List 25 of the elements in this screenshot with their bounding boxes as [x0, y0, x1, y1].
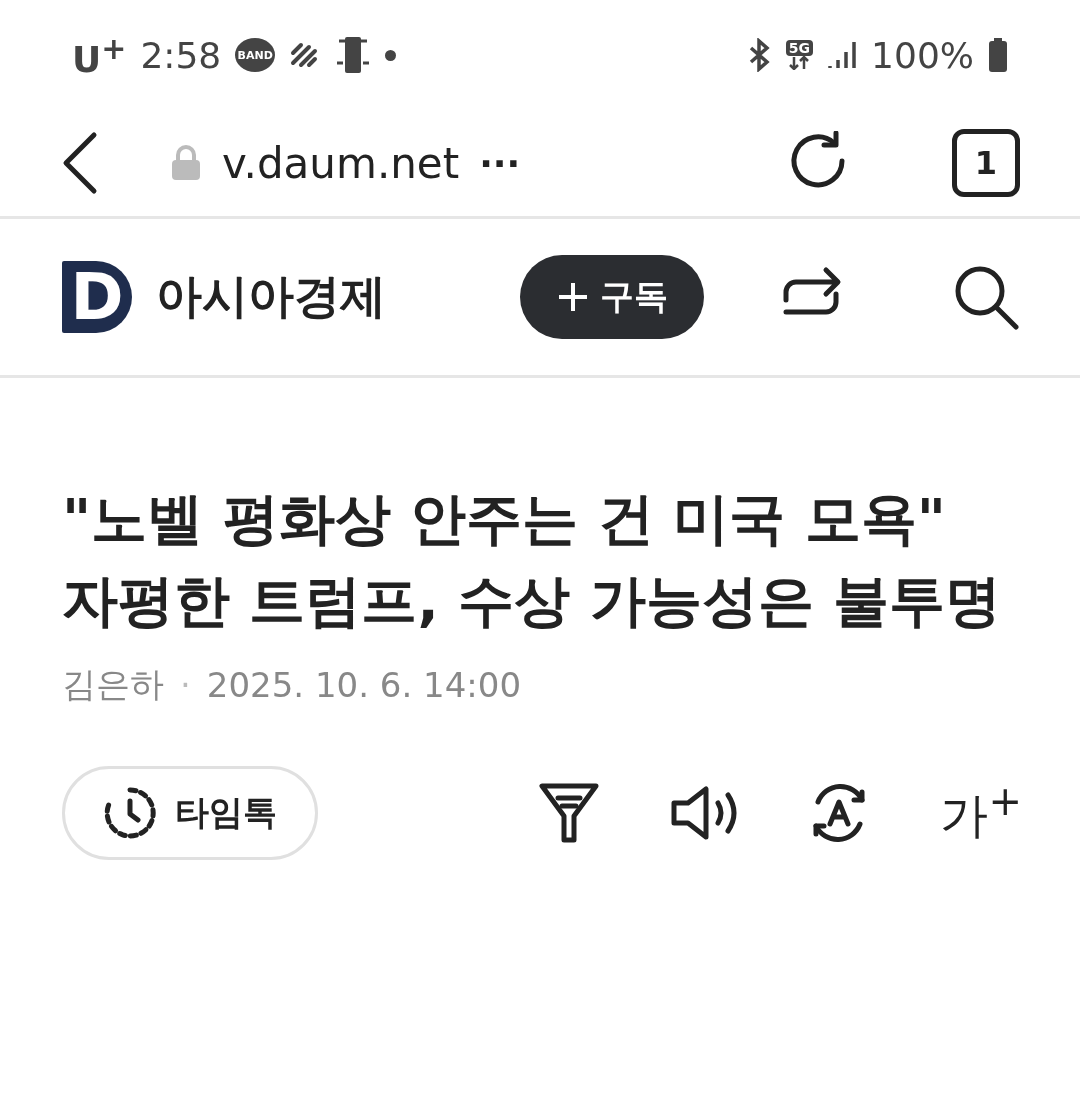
plus-icon [556, 280, 590, 314]
font-size-button[interactable]: 가$^{+}$ [940, 778, 1022, 848]
carrier-label: U$^{+}$ [72, 30, 127, 80]
band-notification-icon: BAND [235, 38, 276, 72]
lock-icon [170, 145, 202, 181]
subscribe-button[interactable]: 구독 [520, 255, 704, 339]
filter-icon[interactable] [538, 782, 601, 844]
author-name: 김은하 [62, 663, 164, 706]
timetalk-button[interactable]: 타임톡 [62, 766, 318, 860]
signal-icon [827, 40, 858, 70]
notification-dot [385, 49, 397, 61]
speaker-icon[interactable] [670, 785, 739, 841]
battery-percentage: 100% [871, 34, 974, 76]
publisher-logo: D [62, 261, 132, 333]
separator: · [180, 665, 191, 705]
publisher-name[interactable]: 아시아경제 [156, 266, 386, 328]
battery-icon [988, 38, 1008, 72]
more-label[interactable]: ··· [479, 142, 521, 184]
clock: 2:58 [140, 34, 222, 76]
publish-date: 2025. 10. 6. 14:00 [206, 665, 522, 705]
url-field[interactable]: v.daum.net [222, 138, 460, 188]
tab-count-button[interactable]: 1 [952, 129, 1020, 197]
phone-screen-icon [335, 35, 372, 75]
article-headline: "노벨 평화상 안주는 건 미국 모욕" 자평한 트럼프, 수상 가능성은 불투명 [62, 485, 1003, 635]
clock-icon [103, 786, 157, 840]
